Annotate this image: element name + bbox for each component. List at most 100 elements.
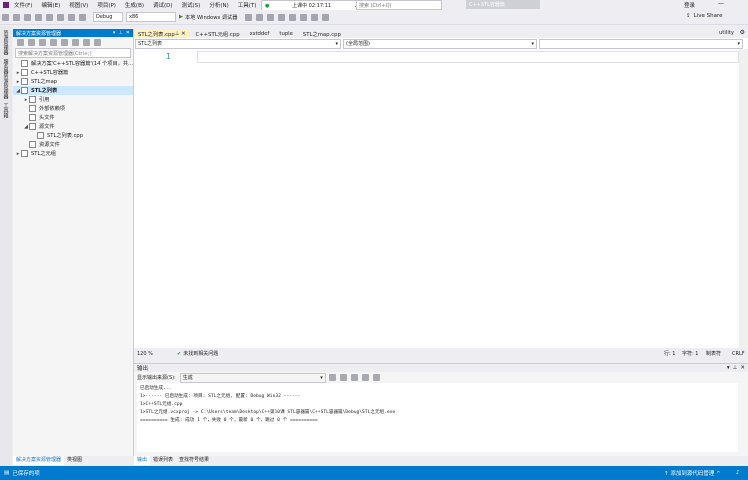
minimize-icon[interactable]: — — [718, 0, 724, 7]
pending-changes-icon[interactable] — [39, 38, 46, 46]
chevron-down-icon: ▾ — [335, 40, 338, 47]
refresh-icon[interactable] — [50, 38, 57, 46]
tree-item[interactable]: ▸ 引用 — [13, 95, 133, 104]
menu-item[interactable]: 视图(V) — [69, 1, 88, 9]
tree-item[interactable]: ◢ STL之列表 — [13, 86, 133, 95]
find-message-icon[interactable] — [328, 374, 336, 381]
word-wrap-icon[interactable] — [372, 374, 380, 381]
solution-explorer: 解决方案资源管理器 ▾ ⊥ ✕ 搜索解决方案资源管理器(Ctrl+;) 解决方案… — [13, 29, 134, 456]
menu-item[interactable]: 工具(T) — [238, 1, 257, 9]
cursor-col: 字符: 1 — [682, 351, 699, 357]
show-all-files-icon[interactable] — [72, 38, 79, 46]
tree-item[interactable]: STL之列表.cpp — [13, 131, 133, 140]
hot-reload-icon[interactable] — [256, 13, 264, 21]
uncomment-icon[interactable] — [300, 13, 308, 21]
tree-item-label: STL之列表.cpp — [47, 133, 84, 139]
issues-status[interactable]: 未找到相关问题 — [183, 350, 218, 357]
menu-item[interactable]: 文件(F) — [14, 1, 32, 9]
tab-solution-explorer[interactable]: 解决方案资源管理器 — [13, 456, 65, 465]
search-input[interactable]: 搜索 (Ctrl+Q) — [356, 0, 442, 10]
zoom-level[interactable]: 120 % — [134, 351, 167, 357]
strip-tab-server-explorer[interactable]: 服务器资源管理器 — [3, 59, 10, 99]
menu-item[interactable]: 项目(P) — [97, 1, 116, 9]
menu-item[interactable]: 测试(S) — [182, 1, 201, 9]
output-toolbar: 显示输出来源(S): 生成 ▾ — [134, 372, 748, 383]
clear-all-icon[interactable] — [361, 374, 369, 381]
prev-message-icon[interactable] — [339, 374, 347, 381]
login-link[interactable]: 登录 — [684, 1, 695, 9]
document-tab[interactable]: STL之列表.cpp ⊥ ✕ — [134, 29, 190, 38]
tab-output[interactable]: 输出 — [134, 456, 151, 465]
tree-item-label: 资源文件 — [39, 142, 60, 148]
output-source-select[interactable]: 生成 ▾ — [179, 372, 326, 383]
source-control-button[interactable]: ↑ 添加到源代码管理 ⌃ — [664, 469, 721, 477]
tree-item[interactable]: ▸ STL之元组 — [13, 149, 133, 158]
tree-item[interactable]: 外部依赖项 — [13, 104, 133, 113]
menu-item[interactable]: 生成(B) — [125, 1, 144, 9]
config-select[interactable]: Debug — [93, 12, 123, 22]
item-icon — [21, 87, 28, 94]
new-item-icon[interactable] — [24, 13, 31, 21]
tree-item[interactable]: 资源文件 — [13, 140, 133, 149]
tree-item[interactable]: ◢ 源文件 — [13, 122, 133, 131]
tab-error-list[interactable]: 错误列表 — [150, 456, 176, 465]
run-debugger-button[interactable]: ▶ 本地 Windows 调试器 — [179, 14, 237, 21]
sync-icon[interactable] — [28, 38, 35, 46]
attach-icon[interactable] — [267, 13, 275, 21]
menu-item[interactable]: 分析(N) — [209, 1, 228, 9]
pin-icon[interactable]: ⊥ — [733, 365, 738, 371]
settings-gear-icon[interactable]: ⚙ — [740, 29, 745, 36]
document-tab[interactable]: STL之map.cpp — [299, 29, 345, 38]
fire-icon[interactable] — [245, 13, 253, 21]
member-dropdown[interactable]: ▾ — [539, 38, 743, 49]
scope-dropdown[interactable]: (全局范围) ▾ — [343, 38, 537, 49]
save-all-icon[interactable] — [57, 13, 64, 21]
strip-tab-toolbox[interactable]: 工具箱 — [3, 103, 10, 118]
tree-item[interactable]: ▸ C++STL容器篇 — [13, 68, 133, 77]
dropdown-icon[interactable]: ▾ — [113, 30, 116, 36]
redo-icon[interactable] — [79, 13, 86, 21]
prev-bookmark-icon[interactable] — [311, 13, 319, 21]
collapse-all-icon[interactable] — [61, 38, 68, 46]
preview-icon[interactable] — [94, 38, 101, 46]
open-icon[interactable] — [35, 13, 42, 21]
item-icon — [29, 105, 36, 112]
save-icon[interactable] — [46, 13, 53, 21]
close-icon[interactable]: ✕ — [126, 30, 130, 36]
platform-select[interactable]: x86 — [126, 12, 176, 22]
document-tab[interactable]: C++STL元组.cpp — [192, 29, 244, 38]
tree-item[interactable]: ▸ STL之map — [13, 77, 133, 86]
tree-item-label: C++STL容器篇 — [31, 70, 69, 76]
forward-icon[interactable] — [13, 13, 20, 21]
output-line: 1>STL之元组.vcxproj -> C:\Users\team\Deskto… — [140, 410, 396, 415]
comment-icon[interactable] — [289, 13, 297, 21]
notification-icon[interactable]: ♪ — [736, 470, 740, 476]
tree-item[interactable]: 解决方案'C++STL容器篇'(14 个项目，共... — [13, 59, 133, 68]
bookmark-icon[interactable] — [278, 13, 286, 21]
back-icon[interactable] — [2, 13, 9, 21]
next-message-icon[interactable] — [350, 374, 358, 381]
document-tab[interactable]: xstddef — [246, 29, 274, 38]
dropdown-icon[interactable]: ▾ — [727, 365, 730, 371]
close-icon[interactable]: ✕ — [740, 365, 745, 371]
tab-find-symbol-results[interactable]: 查找符号结果 — [176, 456, 212, 465]
properties-icon[interactable] — [83, 38, 90, 46]
tab-utility[interactable]: utility — [719, 30, 734, 36]
editor-scrollbar[interactable] — [739, 49, 748, 348]
tree-item[interactable]: 头文件 — [13, 113, 133, 122]
code-editor[interactable] — [134, 49, 739, 348]
undo-icon[interactable] — [68, 13, 75, 21]
tree-item-label: 引用 — [39, 97, 50, 103]
close-icon[interactable]: ⊥ ✕ — [175, 31, 186, 37]
strip-tab-explorer[interactable]: 资源管理器 — [3, 30, 10, 55]
menu-item[interactable]: 调试(D) — [153, 1, 173, 9]
live-share-button[interactable]: ⇪ Live Share — [686, 13, 722, 19]
solution-search-input[interactable]: 搜索解决方案资源管理器(Ctrl+;) — [15, 48, 131, 58]
tab-class-view[interactable]: 类视图 — [64, 456, 85, 465]
pin-icon[interactable]: ⊥ — [118, 30, 122, 36]
next-bookmark-icon[interactable] — [322, 13, 330, 21]
project-dropdown[interactable]: STL之列表 ▾ — [135, 38, 341, 49]
home-icon[interactable] — [17, 38, 24, 46]
menu-item[interactable]: 编辑(E) — [41, 1, 60, 9]
document-tab[interactable]: tuple — [275, 29, 297, 38]
